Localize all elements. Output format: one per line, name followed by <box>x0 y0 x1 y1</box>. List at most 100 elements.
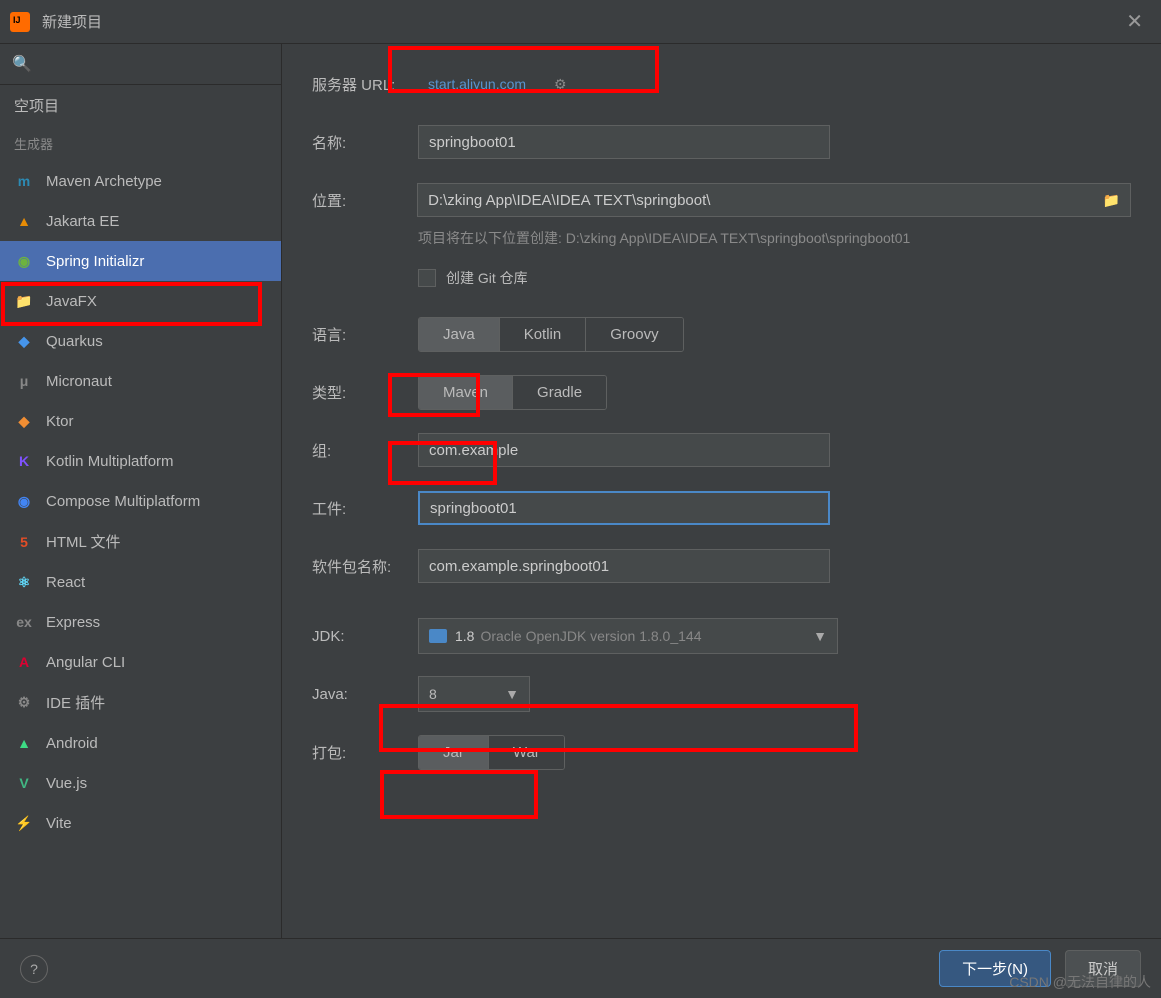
label-type: 类型: <box>312 382 418 403</box>
sidebar-item-label: Micronaut <box>46 373 112 390</box>
sidebar-item-jakarta-ee[interactable]: ▲Jakarta EE <box>0 201 281 241</box>
jdk-detail: Oracle OpenJDK version 1.8.0_144 <box>480 628 701 644</box>
jdk-icon <box>429 629 447 643</box>
generators-header: 生成器 <box>0 126 281 161</box>
sidebar-item-maven-archetype[interactable]: m Maven Archetype <box>0 161 281 201</box>
label-artifact: 工件: <box>312 498 418 519</box>
jdk-version: 1.8 <box>455 628 474 644</box>
artifact-input[interactable] <box>418 491 830 525</box>
toggle-java[interactable]: Java <box>419 318 500 351</box>
spring-initializr-icon: ◉ <box>14 251 34 271</box>
ide-插件-icon: ⚙ <box>14 693 34 713</box>
toggle-gradle[interactable]: Gradle <box>513 376 606 409</box>
group-input[interactable] <box>418 433 830 467</box>
server-url-link[interactable]: start.aliyun.com <box>428 76 526 92</box>
row-location: 位置: 📁 <box>312 180 1131 220</box>
language-toggle: JavaKotlinGroovy <box>418 317 684 352</box>
java-dropdown[interactable]: 8 ▼ <box>418 676 530 712</box>
react-icon: ⚛ <box>14 572 34 592</box>
name-input[interactable] <box>418 125 830 159</box>
angular-cli-icon: A <box>14 652 34 672</box>
sidebar-item-label: Angular CLI <box>46 654 125 671</box>
sidebar-item-micronaut[interactable]: μ Micronaut <box>0 361 281 401</box>
sidebar-item-vue.js[interactable]: VVue.js <box>0 763 281 803</box>
row-server-url: 服务器 URL: start.aliyun.com ⚙ <box>312 64 1131 104</box>
sidebar-item-ktor[interactable]: ◆ Ktor <box>0 401 281 441</box>
sidebar-item-label: 空项目 <box>14 95 59 116</box>
highlight-java8 <box>380 770 538 819</box>
vue.js-icon: V <box>14 773 34 793</box>
kotlin-multiplatform-icon: K <box>14 451 34 471</box>
toggle-kotlin[interactable]: Kotlin <box>500 318 587 351</box>
row-java: Java: 8 ▼ <box>312 674 1131 714</box>
sidebar: 🔍 空项目 生成器 m Maven Archetype ▲Jakarta EE◉Sp… <box>0 44 282 938</box>
packaging-toggle: JarWar <box>418 735 565 770</box>
html-文件-icon: 5 <box>14 532 34 552</box>
sidebar-item-javafx[interactable]: 📁JavaFX <box>0 281 281 321</box>
label-java: Java: <box>312 686 418 703</box>
location-input-wrap: 📁 <box>417 183 1131 217</box>
sidebar-item-android[interactable]: ▲Android <box>0 723 281 763</box>
location-hint: 项目将在以下位置创建: D:\zking App\IDEA\IDEA TEXT\… <box>418 228 1131 248</box>
express-icon: ex <box>14 612 34 632</box>
label-group: 组: <box>312 440 418 461</box>
compose-multiplatform-icon: ◉ <box>14 491 34 511</box>
toggle-maven[interactable]: Maven <box>419 376 513 409</box>
sidebar-item-label: Ktor <box>46 413 74 430</box>
row-name: 名称: <box>312 122 1131 162</box>
sidebar-item-label: HTML 文件 <box>46 531 120 552</box>
maven-archetype-icon: m <box>14 171 34 191</box>
git-checkbox-label: 创建 Git 仓库 <box>446 268 528 288</box>
row-git: 创建 Git 仓库 <box>418 268 1131 288</box>
label-name: 名称: <box>312 132 418 153</box>
chevron-down-icon: ▼ <box>505 686 519 702</box>
sidebar-item-react[interactable]: ⚛ React <box>0 562 281 602</box>
sidebar-item-express[interactable]: exExpress <box>0 602 281 642</box>
row-artifact: 工件: <box>312 488 1131 528</box>
search-icon: 🔍 <box>12 56 32 73</box>
sidebar-item-label: Maven Archetype <box>46 173 162 190</box>
close-button[interactable]: ✕ <box>1118 9 1151 34</box>
sidebar-item-label: Jakarta EE <box>46 213 119 230</box>
sidebar-item-spring-initializr[interactable]: ◉Spring Initializr <box>0 241 281 281</box>
micronaut-icon: μ <box>14 371 34 391</box>
toggle-war[interactable]: War <box>489 736 564 769</box>
label-server-url: 服务器 URL: <box>312 74 418 95</box>
content-panel: 服务器 URL: start.aliyun.com ⚙ 名称: 位置: 📁 项目… <box>282 44 1161 938</box>
sidebar-item-empty[interactable]: 空项目 <box>0 85 281 126</box>
sidebar-item-vite[interactable]: ⚡ Vite <box>0 803 281 843</box>
toggle-jar[interactable]: Jar <box>419 736 489 769</box>
sidebar-item-html-文件[interactable]: 5 HTML 文件 <box>0 521 281 562</box>
help-button[interactable]: ? <box>20 955 48 983</box>
sidebar-item-label: Quarkus <box>46 333 103 350</box>
java-value: 8 <box>429 686 437 702</box>
row-jdk: JDK: 1.8 Oracle OpenJDK version 1.8.0_14… <box>312 616 1131 656</box>
jdk-dropdown[interactable]: 1.8 Oracle OpenJDK version 1.8.0_144 ▼ <box>418 618 838 654</box>
row-group: 组: <box>312 430 1131 470</box>
location-input[interactable] <box>418 186 1092 215</box>
package-input[interactable] <box>418 549 830 583</box>
toggle-groovy[interactable]: Groovy <box>586 318 682 351</box>
sidebar-item-label: Kotlin Multiplatform <box>46 453 174 470</box>
vite-icon: ⚡ <box>14 813 34 833</box>
label-language: 语言: <box>312 324 418 345</box>
chevron-down-icon: ▼ <box>813 628 827 644</box>
sidebar-item-label: Vite <box>46 815 72 832</box>
folder-icon[interactable]: 📁 <box>1093 192 1130 209</box>
watermark: CSDN @无法自律的人 <box>1009 972 1151 992</box>
ktor-icon: ◆ <box>14 411 34 431</box>
sidebar-item-quarkus[interactable]: ◆Quarkus <box>0 321 281 361</box>
row-language: 语言: JavaKotlinGroovy <box>312 314 1131 354</box>
label-location: 位置: <box>312 190 417 211</box>
sidebar-item-label: Compose Multiplatform <box>46 493 200 510</box>
sidebar-item-ide-插件[interactable]: ⚙IDE 插件 <box>0 682 281 723</box>
sidebar-item-angular-cli[interactable]: A Angular CLI <box>0 642 281 682</box>
sidebar-item-compose-multiplatform[interactable]: ◉ Compose Multiplatform <box>0 481 281 521</box>
sidebar-item-label: React <box>46 574 85 591</box>
footer: ? 下一步(N) 取消 <box>0 938 1161 998</box>
label-jdk: JDK: <box>312 628 418 645</box>
search-bar[interactable]: 🔍 <box>0 44 281 85</box>
git-checkbox[interactable] <box>418 269 436 287</box>
sidebar-item-kotlin-multiplatform[interactable]: K Kotlin Multiplatform <box>0 441 281 481</box>
gear-icon[interactable]: ⚙ <box>554 76 567 93</box>
